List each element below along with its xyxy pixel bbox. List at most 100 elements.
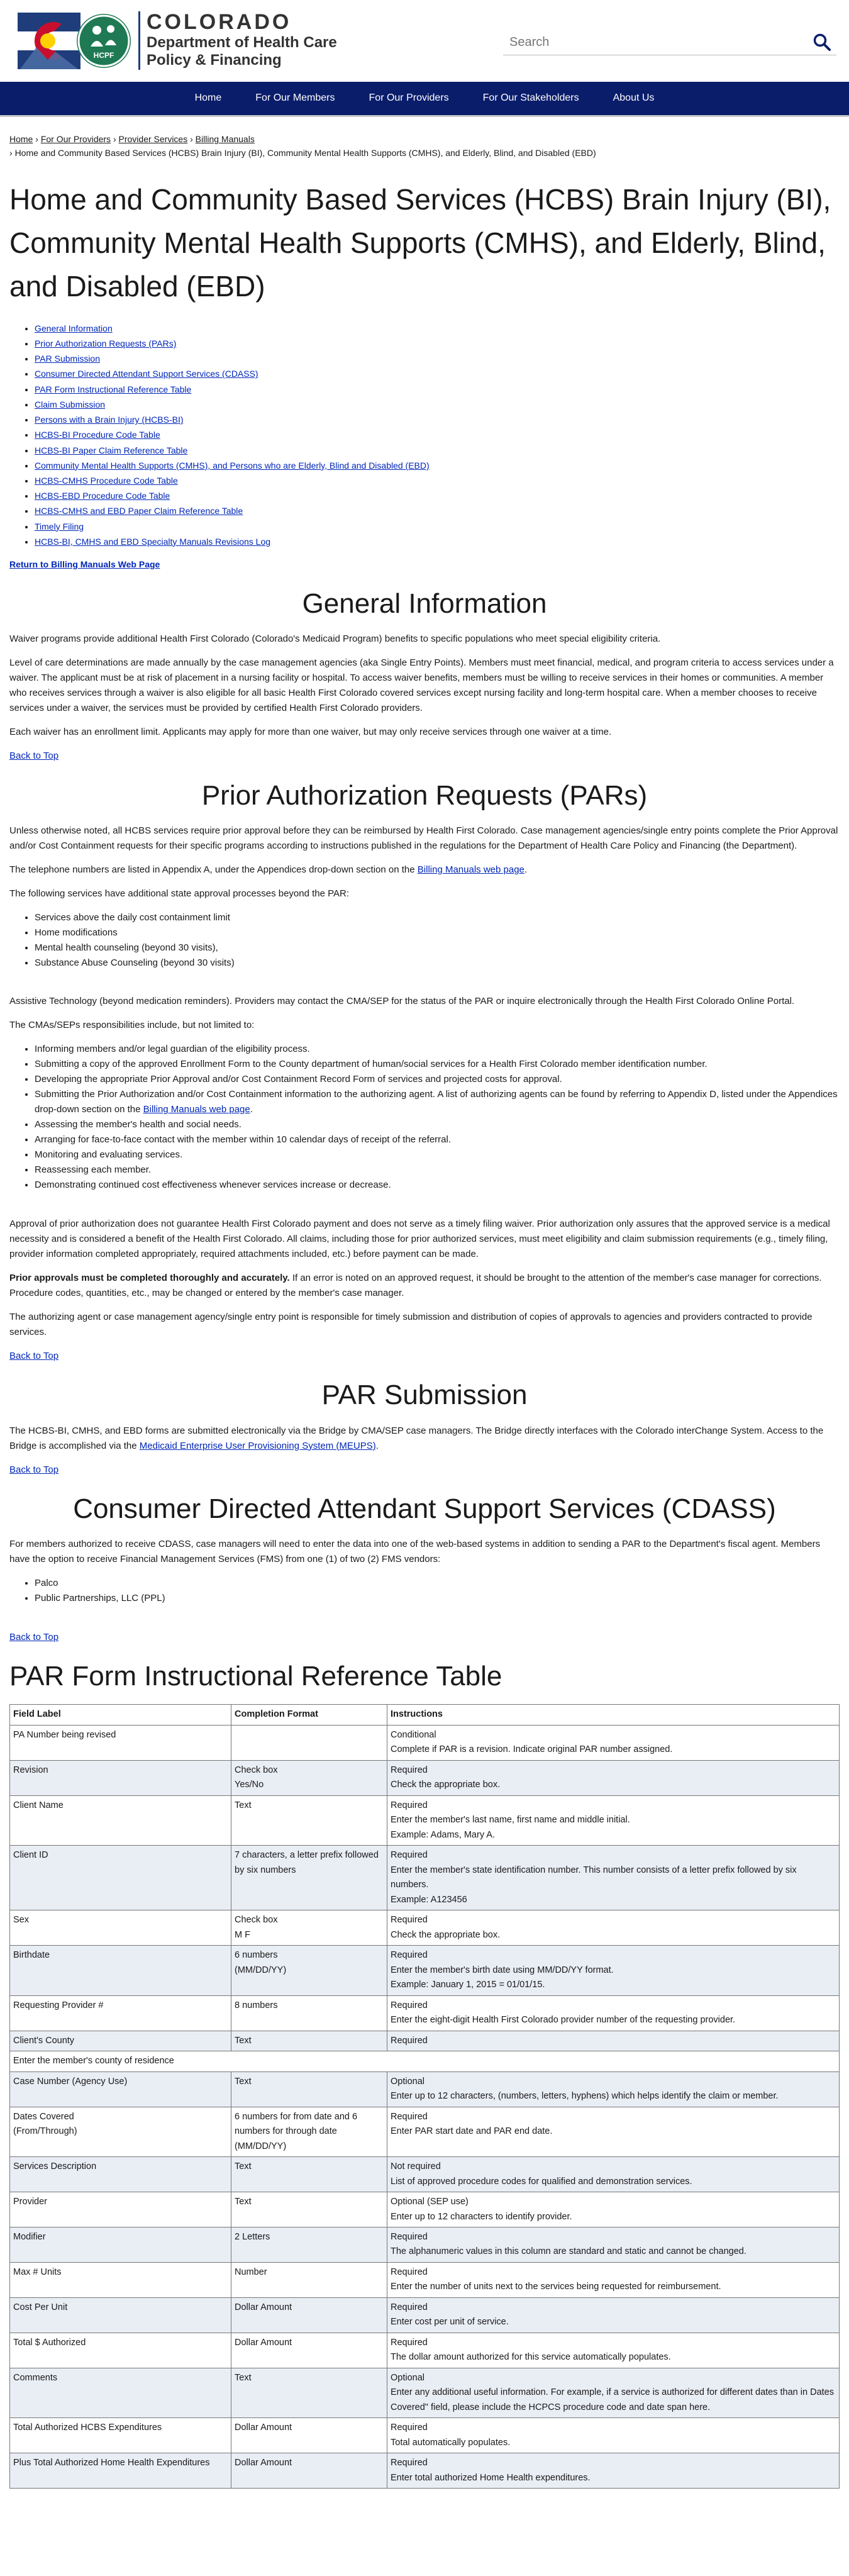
list-item: Mental health counseling (beyond 30 visi… xyxy=(35,940,840,956)
list-item: Home modifications xyxy=(35,925,840,940)
table-body: PA Number being revised Conditional Compl… xyxy=(9,1724,840,2489)
cell-line: Required xyxy=(391,2337,428,2348)
par-p2: The telephone numbers are listed in Appe… xyxy=(9,862,840,878)
cell-line: Enter the number of units next to the se… xyxy=(391,2282,721,2292)
table-cell: Text xyxy=(231,2192,387,2228)
cell-line: Plus Total Authorized Home Health Expend… xyxy=(13,2458,210,2468)
toc-link[interactable]: PAR Form Instructional Reference Table xyxy=(35,384,191,394)
cell-line: Check box xyxy=(235,1765,278,1775)
toc-link[interactable]: Community Mental Health Supports (CMHS),… xyxy=(35,460,430,471)
toc-link[interactable]: HCBS-CMHS and EBD Paper Claim Reference … xyxy=(35,506,243,516)
cell-line: Client ID xyxy=(13,1850,48,1861)
toc-item: HCBS-BI Paper Claim Reference Table xyxy=(35,443,840,458)
back-to-top-link[interactable]: Back to Top xyxy=(9,1630,58,1644)
table-cell: Max # Units xyxy=(9,2261,231,2298)
table-cell: Client ID xyxy=(9,1845,231,1911)
search-input[interactable] xyxy=(503,30,805,54)
list-item: Informing members and/or legal guardian … xyxy=(35,1042,840,1057)
table-row: Modifier 2 Letters Required The alphanumeri… xyxy=(9,2227,840,2263)
cell-line: Client Name xyxy=(13,1800,64,1810)
meups-link[interactable]: Medicaid Enterprise User Provisioning Sy… xyxy=(140,1441,376,1451)
par-submission-end: . xyxy=(375,1440,379,1451)
list-item: Developing the appropriate Prior Approva… xyxy=(35,1072,840,1087)
cell-line: Conditional xyxy=(391,1729,436,1740)
toc-link[interactable]: PAR Submission xyxy=(35,354,100,364)
site-logo[interactable]: HCPF COLORADO Department of Health Care … xyxy=(18,11,337,70)
par-p2-end: . xyxy=(524,864,528,876)
breadcrumb-separator: › xyxy=(190,134,193,144)
nav-home[interactable]: Home xyxy=(178,91,239,106)
toc-link[interactable]: HCBS-BI Paper Claim Reference Table xyxy=(35,445,187,455)
table-row: PA Number being revised Conditional Compl… xyxy=(9,1724,840,1761)
toc-link[interactable]: General Information xyxy=(35,323,113,333)
cell-line: Example: A123456 xyxy=(391,1894,467,1905)
table-of-contents: General Information Prior Authorization R… xyxy=(35,321,840,549)
breadcrumb-for-our-providers[interactable]: For Our Providers xyxy=(41,134,111,144)
cell-line: Cost Per Unit xyxy=(13,2302,68,2312)
toc-link[interactable]: HCBS-BI, CMHS and EBD Specialty Manuals … xyxy=(35,537,270,547)
return-to-billing-manuals-link[interactable]: Return to Billing Manuals Web Page xyxy=(9,558,840,572)
cell-line: Total Authorized HCBS Expenditures xyxy=(13,2423,162,2433)
cell-line: List of approved procedure codes for qua… xyxy=(391,2176,692,2187)
table-cell: Required Enter total authorized Home Heal… xyxy=(387,2453,840,2489)
toc-link[interactable]: HCBS-EBD Procedure Code Table xyxy=(35,491,170,501)
table-cell: Required Enter the member's state identif… xyxy=(387,1845,840,1911)
list-item: Arranging for face-to-face contact with … xyxy=(35,1132,840,1147)
toc-link[interactable]: Persons with a Brain Injury (HCBS-BI) xyxy=(35,415,184,425)
table-cell: Plus Total Authorized Home Health Expend… xyxy=(9,2453,231,2489)
cdass-heading: Consumer Directed Attendant Support Serv… xyxy=(73,1493,776,1524)
cell-line: Services Description xyxy=(13,2161,97,2172)
cell-line: Enter total authorized Home Health expen… xyxy=(391,2472,591,2483)
toc-link[interactable]: HCBS-BI Procedure Code Table xyxy=(35,430,160,440)
toc-link[interactable]: HCBS-CMHS Procedure Code Table xyxy=(35,476,178,486)
table-row: Enter the member's county of residence xyxy=(9,2051,840,2072)
toc-link[interactable]: Claim Submission xyxy=(35,399,105,410)
cell-line: Check the appropriate box. xyxy=(391,1929,501,1940)
cell-line: Required xyxy=(391,2302,428,2312)
nav-for-our-members[interactable]: For Our Members xyxy=(238,91,352,106)
column-header: Field Label xyxy=(9,1704,231,1726)
cell-line: Enter the member's birth date using MM/D… xyxy=(391,1965,614,1975)
search-icon[interactable] xyxy=(813,33,833,53)
table-row: Client Name Text Required Enter the member'… xyxy=(9,1795,840,1846)
toc-item: HCBS-EBD Procedure Code Table xyxy=(35,488,840,503)
table-cell: Enter the member's county of residence xyxy=(9,2051,840,2072)
hcpf-logo-icon: HCPF xyxy=(77,13,131,68)
nav-for-our-stakeholders[interactable]: For Our Stakeholders xyxy=(466,91,596,106)
fms-vendor-list: Palco Public Partnerships, LLC (PPL) xyxy=(35,1576,840,1606)
toc-item: Consumer Directed Attendant Support Serv… xyxy=(35,366,840,381)
cell-line: Text xyxy=(235,2161,252,2172)
toc-link[interactable]: Timely Filing xyxy=(35,521,84,532)
page-title: Home and Community Based Services (HCBS)… xyxy=(9,182,831,303)
back-to-top-link[interactable]: Back to Top xyxy=(9,749,58,763)
table-cell: Cost Per Unit xyxy=(9,2297,231,2333)
toc-link[interactable]: Prior Authorization Requests (PARs) xyxy=(35,338,176,348)
toc-item: Community Mental Health Supports (CMHS),… xyxy=(35,458,840,473)
cdass-p1: For members authorized to receive CDASS,… xyxy=(9,1539,821,1565)
list-item: Substance Abuse Counseling (beyond 30 vi… xyxy=(35,956,840,971)
cell-line: Check the appropriate box. xyxy=(391,1780,501,1790)
toc-item: General Information xyxy=(35,321,840,336)
table-cell: Conditional Complete if PAR is a revision… xyxy=(387,1724,840,1761)
table-cell: Check box M F xyxy=(231,1910,387,1946)
cell-line: Dates Covered xyxy=(13,2111,74,2122)
nav-about-us[interactable]: About Us xyxy=(596,91,672,106)
list-item: Submitting the Prior Authorization and/o… xyxy=(35,1087,840,1117)
general-p1: Waiver programs provide additional Healt… xyxy=(9,633,661,645)
toc-link[interactable]: Consumer Directed Attendant Support Serv… xyxy=(35,369,258,379)
cell-line: Text xyxy=(235,2197,252,2207)
billing-manuals-web-page-link[interactable]: Billing Manuals web page xyxy=(418,864,524,875)
billing-manuals-web-page-link[interactable]: Billing Manuals web page xyxy=(143,1104,250,1115)
breadcrumb-home[interactable]: Home xyxy=(9,134,33,144)
cell-line: Text xyxy=(235,2035,252,2046)
breadcrumb-billing-manuals[interactable]: Billing Manuals xyxy=(196,134,255,144)
nav-for-our-providers[interactable]: For Our Providers xyxy=(352,91,466,106)
breadcrumb-provider-services[interactable]: Provider Services xyxy=(119,134,188,144)
back-to-top-link[interactable]: Back to Top xyxy=(9,1463,58,1477)
cell-line: Enter PAR start date and PAR end date. xyxy=(391,2126,553,2137)
cell-line: Dollar Amount xyxy=(235,2423,292,2433)
list-item-end: . xyxy=(250,1104,253,1115)
section-cdass: Consumer Directed Attendant Support Serv… xyxy=(9,1490,840,1651)
back-to-top-link[interactable]: Back to Top xyxy=(9,1349,58,1363)
cell-line: Optional xyxy=(391,2372,425,2383)
